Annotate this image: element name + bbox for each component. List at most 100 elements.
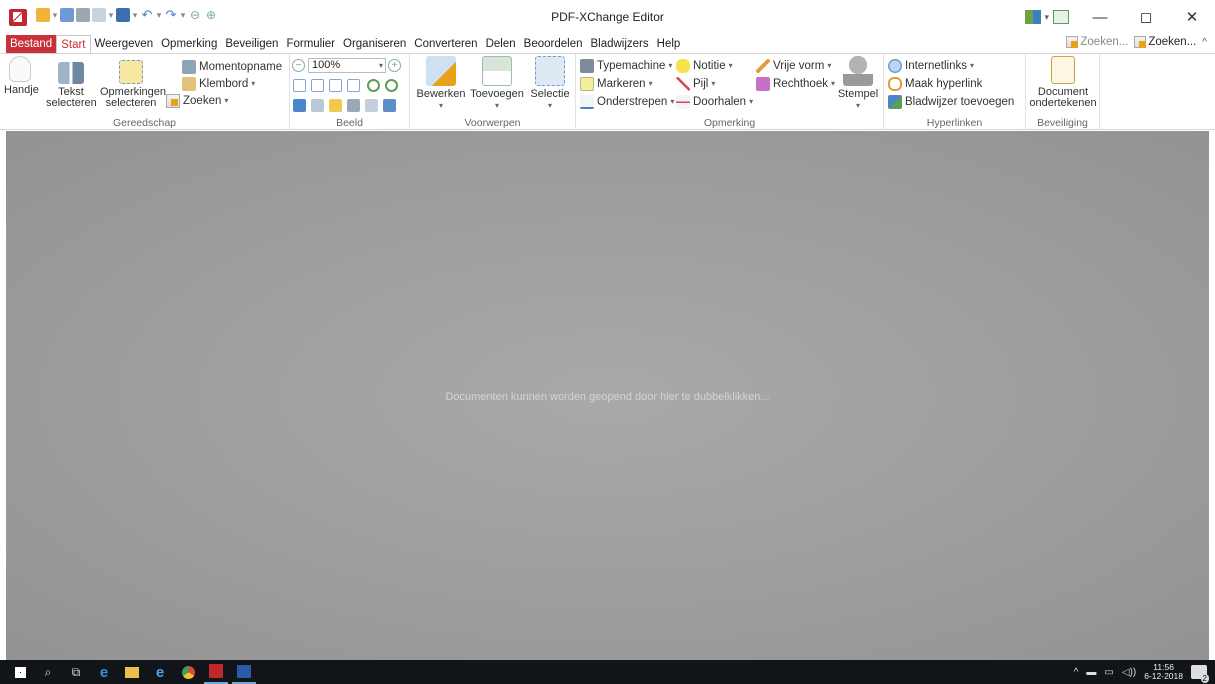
note-button[interactable]: Notitie ▾ (676, 57, 733, 74)
ribbon-tabs: Bestand Start Weergeven Opmerking Beveil… (0, 34, 1215, 54)
rotate-left-icon[interactable] (367, 79, 380, 92)
select-comments-button[interactable]: Opmerkingen selecteren (100, 56, 166, 109)
sign-document-button[interactable]: Document ondertekenen (1026, 56, 1100, 109)
notifications-button[interactable]: 2 (1191, 665, 1209, 683)
chrome-icon[interactable] (176, 660, 200, 684)
dropdown-arrow-icon[interactable]: ▾ (1044, 12, 1049, 23)
zoom-select[interactable]: 100% ▾ (308, 58, 386, 73)
title-bar: ▾ ▾ ▾ ↶ ▾ ↷ ▾ ⊖ ⊕ PDF-XChange Editor ▾ —… (0, 0, 1215, 34)
search-button[interactable]: Zoeken... (1134, 36, 1196, 48)
underline-button[interactable]: Onderstrepen ▾ (580, 93, 674, 110)
email-icon[interactable] (92, 8, 106, 22)
tab-review[interactable]: Beoordelen (520, 35, 587, 53)
make-hyperlink-button[interactable]: Maak hyperlink (888, 75, 982, 92)
undo-icon[interactable]: ↶ (140, 8, 154, 22)
document-area[interactable]: Documenten kunnen worden geopend door hi… (0, 131, 1215, 660)
underline-label: Onderstrepen (597, 95, 668, 108)
group-label-security: Beveiliging (1037, 117, 1088, 129)
dropdown-arrow-icon[interactable]: ▾ (108, 8, 114, 22)
tab-form[interactable]: Formulier (282, 35, 339, 53)
certificate-icon (1051, 56, 1075, 84)
fit-page-icon[interactable] (311, 79, 324, 92)
forward-icon[interactable]: ⊕ (204, 8, 218, 22)
edit-button[interactable]: Bewerken ▾ (414, 56, 468, 111)
word-icon[interactable] (232, 660, 256, 684)
internet-explorer-icon[interactable]: e (148, 660, 172, 684)
bookmarks-pane-icon[interactable] (293, 99, 306, 112)
group-label-objects: Voorwerpen (464, 117, 521, 129)
tab-convert[interactable]: Converteren (410, 35, 481, 53)
tab-view[interactable]: Weergeven (91, 35, 158, 53)
app-logo-icon[interactable] (9, 9, 27, 26)
find-button[interactable]: Zoeken ▾ (166, 92, 228, 109)
highlight-button[interactable]: Markeren ▾ (580, 75, 653, 92)
tab-share[interactable]: Delen (482, 35, 520, 53)
print-icon[interactable] (76, 8, 90, 22)
restore-button[interactable]: ◻ (1123, 0, 1169, 34)
minimize-button[interactable]: — (1077, 0, 1123, 34)
clock[interactable]: 11:56 6-12-2018 (1144, 663, 1183, 681)
fullscreen-icon[interactable] (1053, 10, 1069, 24)
tab-protect[interactable]: Beveiligen (221, 35, 282, 53)
edge-icon[interactable]: e (92, 660, 116, 684)
dropdown-arrow-icon[interactable]: ▾ (52, 8, 58, 22)
dropdown-arrow-icon[interactable]: ▾ (132, 8, 138, 22)
pdf-xchange-taskbar-icon[interactable] (204, 660, 228, 684)
strikeout-button[interactable]: Doorhalen ▾ (676, 93, 753, 110)
fit-visible-icon[interactable] (347, 79, 360, 92)
zoom-out-icon[interactable]: − (292, 59, 305, 72)
add-bookmark-button[interactable]: Bladwijzer toevoegen (888, 93, 1014, 110)
hand-tool-button[interactable]: Handje (4, 56, 39, 96)
zoom-value: 100% (312, 59, 341, 71)
tab-help[interactable]: Help (653, 35, 685, 53)
tab-bookmarks[interactable]: Bladwijzers (586, 35, 652, 53)
chevron-up-icon[interactable]: ^ (1074, 667, 1079, 678)
volume-icon[interactable]: ◁)) (1122, 667, 1136, 678)
scan-icon[interactable] (116, 8, 130, 22)
tab-comment[interactable]: Opmerking (157, 35, 221, 53)
dropdown-arrow-icon[interactable]: ▾ (180, 8, 186, 22)
tab-file[interactable]: Bestand (6, 35, 57, 53)
open-folder-icon[interactable] (36, 8, 50, 22)
comments-pane-icon[interactable] (329, 99, 342, 112)
save-icon[interactable] (60, 8, 74, 22)
dropdown-arrow-icon: ▾ (438, 101, 443, 110)
add-button[interactable]: Toevoegen ▾ (468, 56, 526, 111)
arrow-button[interactable]: Pijl ▾ (676, 75, 715, 92)
rotate-right-icon[interactable] (385, 79, 398, 92)
find-icon (1066, 36, 1079, 48)
attachments-pane-icon[interactable] (347, 99, 360, 112)
dropdown-arrow-icon[interactable]: ▾ (156, 8, 162, 22)
network-icon[interactable]: ▬ (1086, 667, 1096, 678)
open-document-hint: Documenten kunnen worden geopend door hi… (445, 391, 770, 403)
tab-organize[interactable]: Organiseren (339, 35, 410, 53)
thumbnails-pane-icon[interactable] (311, 99, 324, 112)
plugin-icon[interactable] (1025, 10, 1042, 24)
stamp-button[interactable]: Stempel ▾ (836, 56, 880, 111)
freehand-button[interactable]: Vrije vorm ▾ (756, 57, 831, 74)
snapshot-button[interactable]: Momentopname (182, 58, 282, 75)
back-icon[interactable]: ⊖ (188, 8, 202, 22)
typewriter-button[interactable]: Typemachine ▾ (580, 57, 672, 74)
tab-start[interactable]: Start (56, 34, 91, 54)
actual-size-icon[interactable] (293, 79, 306, 92)
search-icon[interactable]: ⌕ (36, 660, 60, 684)
close-button[interactable]: ✕ (1169, 0, 1215, 34)
zoom-in-icon[interactable]: + (388, 59, 401, 72)
search-hint-button[interactable]: Zoeken... (1066, 36, 1128, 48)
rectangle-button[interactable]: Rechthoek ▾ (756, 75, 835, 92)
collapse-ribbon-button[interactable]: ^ (1202, 37, 1207, 48)
properties-pane-icon[interactable] (383, 99, 396, 112)
windows-start-icon[interactable] (8, 660, 32, 684)
selection-button[interactable]: Selectie ▾ (528, 56, 572, 111)
clipboard-button[interactable]: Klembord ▾ (182, 75, 255, 92)
fit-width-icon[interactable] (329, 79, 342, 92)
task-view-icon[interactable]: ⧉ (64, 660, 88, 684)
layers-pane-icon[interactable] (365, 99, 378, 112)
monitor-icon[interactable]: ▭ (1104, 667, 1113, 678)
select-text-button[interactable]: Tekst selecteren (46, 56, 97, 109)
internet-links-button[interactable]: Internetlinks ▾ (888, 57, 974, 74)
redo-icon[interactable]: ↷ (164, 8, 178, 22)
file-explorer-icon[interactable] (120, 660, 144, 684)
add-bookmark-label: Bladwijzer toevoegen (905, 95, 1015, 108)
